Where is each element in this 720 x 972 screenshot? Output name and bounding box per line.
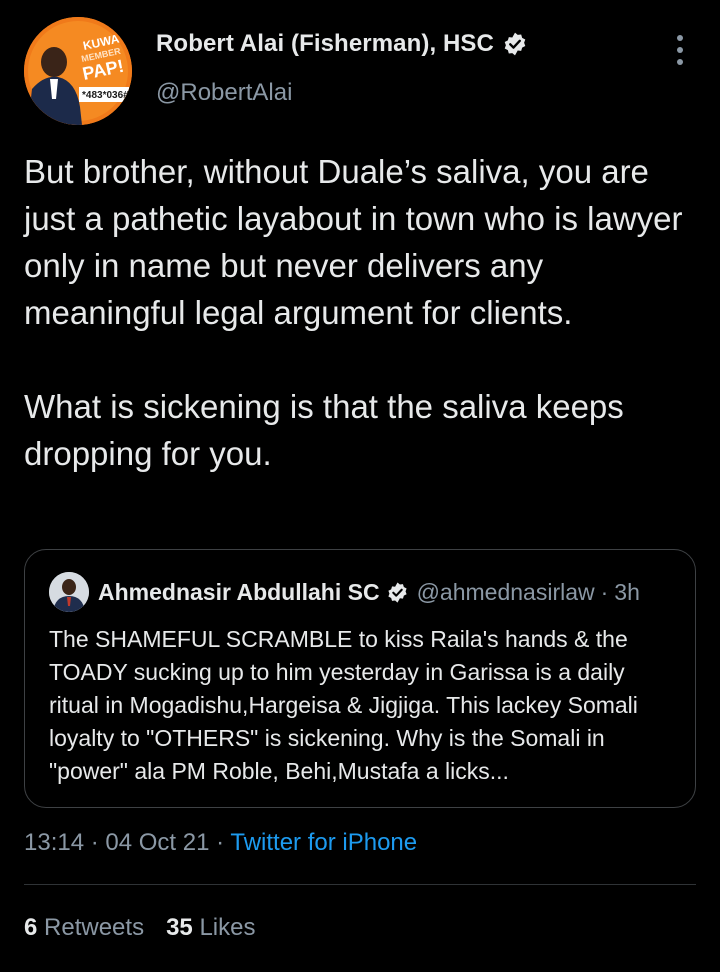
likes-stat[interactable]: 35 Likes — [166, 914, 255, 941]
more-dot — [677, 47, 683, 53]
quoted-author-avatar — [49, 572, 89, 612]
verified-badge-icon — [502, 31, 528, 57]
avatar-text-code: *483*036# — [82, 90, 129, 101]
author-name-row: Robert Alai (Fisherman), HSC — [156, 30, 528, 58]
tweet-time[interactable]: 13:14 — [24, 829, 84, 856]
quoted-tweet-card[interactable]: Ahmednasir Abdullahi SC @ahmednasirlaw ·… — [24, 549, 696, 808]
quoted-tweet-header: Ahmednasir Abdullahi SC @ahmednasirlaw ·… — [49, 572, 640, 612]
quoted-tweet-text: The SHAMEFUL SCRAMBLE to kiss Raila's ha… — [49, 626, 638, 784]
tweet-body: But brother, without Duale’s saliva, you… — [24, 148, 704, 477]
likes-count: 35 — [166, 914, 193, 941]
author-handle[interactable]: @RobertAlai — [156, 79, 292, 107]
more-dot — [677, 59, 683, 65]
meta-separator: · — [209, 829, 231, 856]
divider — [24, 884, 696, 885]
retweets-count: 6 — [24, 914, 38, 941]
quoted-author-handle: @ahmednasirlaw — [416, 578, 595, 605]
more-dot — [677, 35, 683, 41]
retweets-label: Retweets — [44, 914, 145, 941]
author-display-name[interactable]: Robert Alai (Fisherman), HSC — [156, 30, 494, 58]
quoted-separator: · — [600, 578, 609, 605]
meta-separator: · — [84, 829, 106, 856]
quoted-author-name: Ahmednasir Abdullahi SC — [98, 578, 380, 605]
tweet-stats: 6 Retweets 35 Likes — [24, 914, 255, 942]
author-avatar[interactable]: KUWA MEMBER PAP! *483*036# — [24, 17, 132, 125]
tweet-paragraph: But brother, without Duale’s saliva, you… — [24, 153, 683, 331]
retweets-stat[interactable]: 6 Retweets — [24, 914, 144, 941]
more-options-icon[interactable] — [666, 32, 694, 68]
quoted-timestamp: 3h — [614, 578, 640, 605]
tweet-date[interactable]: 04 Oct 21 — [105, 829, 209, 856]
tweet-source-link[interactable]: Twitter for iPhone — [230, 829, 417, 856]
tweet-paragraph: What is sickening is that the saliva kee… — [24, 388, 624, 472]
tweet-header: KUWA MEMBER PAP! *483*036# Robert Alai (… — [0, 0, 720, 130]
tweet-meta: 13:14 · 04 Oct 21 · Twitter for iPhone — [24, 829, 417, 857]
verified-badge-icon — [386, 581, 409, 604]
likes-label: Likes — [199, 914, 256, 941]
